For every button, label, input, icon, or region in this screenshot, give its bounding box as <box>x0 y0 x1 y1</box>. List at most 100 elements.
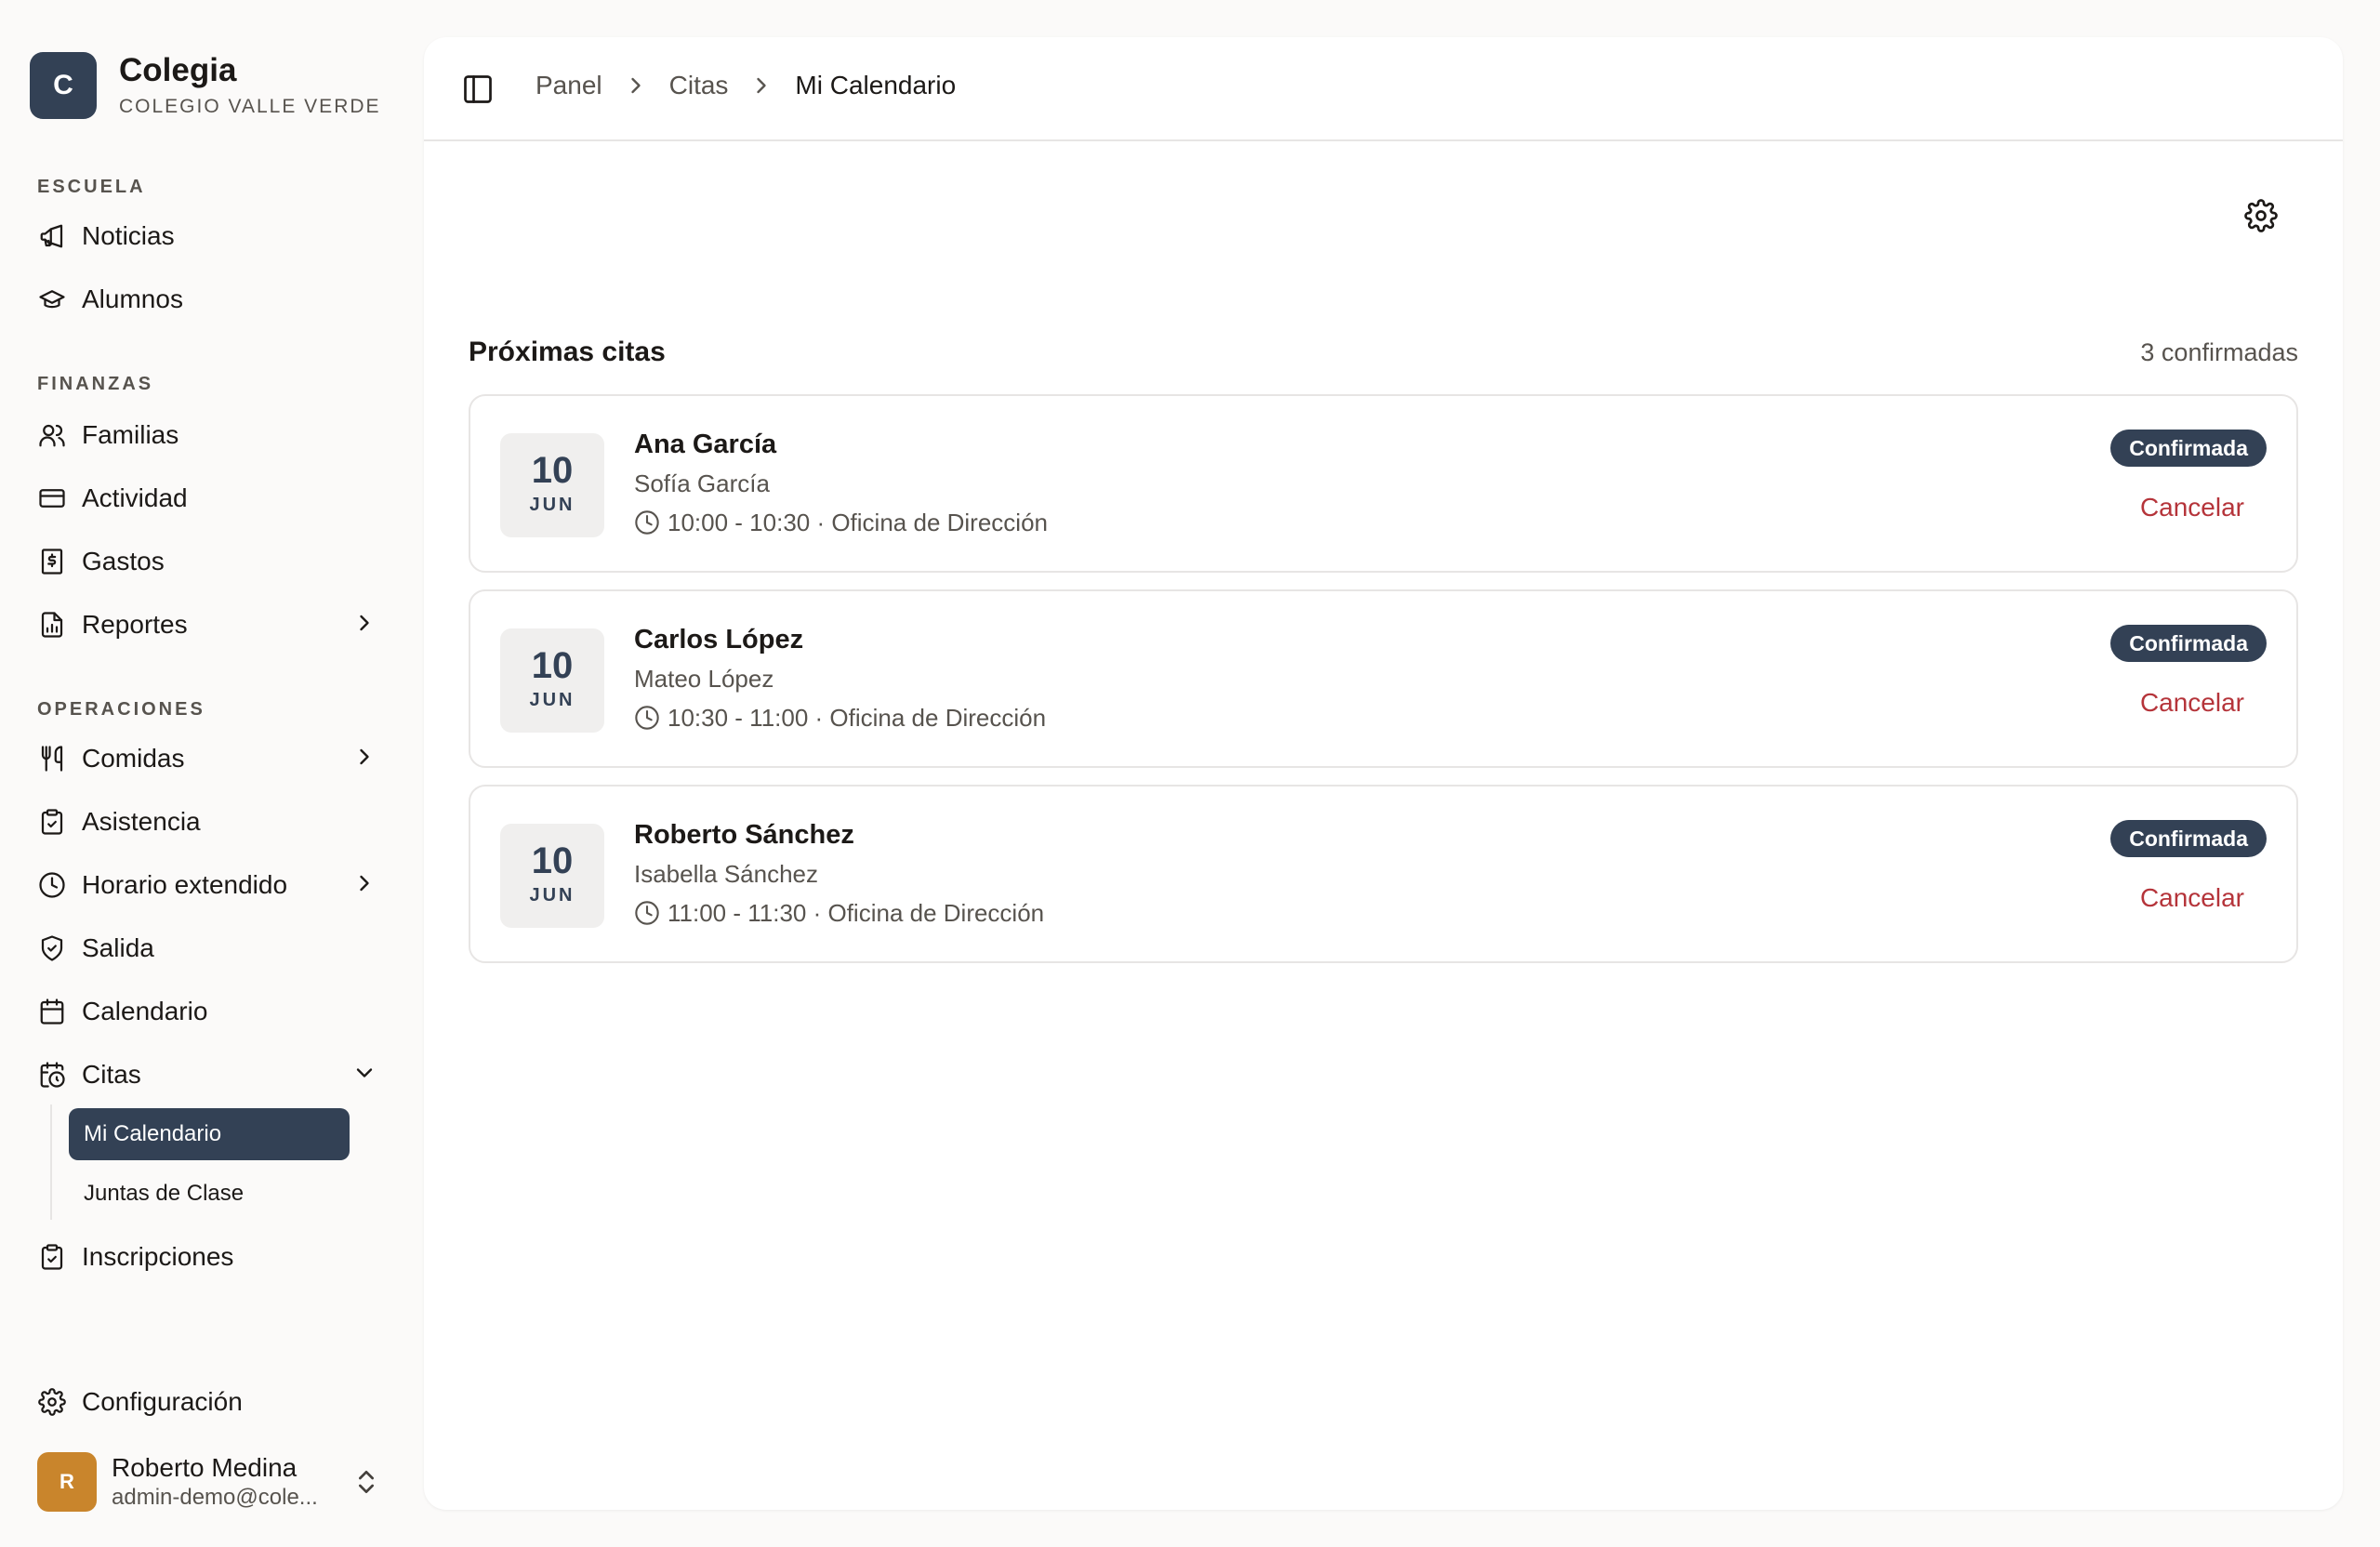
sidebar-item-horario-extendido[interactable]: Horario extendido <box>37 859 381 911</box>
date-month: JUN <box>529 885 575 906</box>
clock-icon <box>634 705 660 731</box>
date-box: 10 JUN <box>500 824 604 928</box>
appointment-card: 10 JUN Carlos López Mateo López 10:30 - … <box>469 589 2298 768</box>
breadcrumb: Panel Citas Mi Calendario <box>536 71 956 100</box>
clipboard-check-icon <box>37 807 67 837</box>
sidebar-item-inscripciones[interactable]: Inscripciones <box>37 1231 381 1283</box>
status-badge: Confirmada <box>2110 820 2267 857</box>
sidebar-item-label: Configuración <box>82 1387 243 1416</box>
breadcrumb-panel[interactable]: Panel <box>536 71 602 100</box>
chevron-right-icon <box>351 870 381 900</box>
sidebar-item-label: Calendario <box>82 997 208 1025</box>
brand-logo: C <box>30 52 97 119</box>
section-label-escuela: ESCUELA <box>37 177 146 197</box>
calendar-clock-icon <box>37 1060 67 1090</box>
header: Panel Citas Mi Calendario <box>424 37 2343 141</box>
date-day: 10 <box>531 645 574 686</box>
breadcrumb-current: Mi Calendario <box>795 71 957 99</box>
date-month: JUN <box>529 495 575 515</box>
sidebar-subitem-mi-calendario[interactable]: Mi Calendario <box>69 1108 350 1160</box>
sidebar-item-actividad[interactable]: Actividad <box>37 472 381 524</box>
cancel-button[interactable]: Cancelar <box>2140 688 2244 718</box>
sidebar-toggle-icon[interactable] <box>461 73 495 106</box>
sidebar-item-noticias[interactable]: Noticias <box>37 210 381 262</box>
megaphone-icon <box>37 221 67 251</box>
gear-icon <box>37 1387 67 1417</box>
sidebar-item-calendario[interactable]: Calendario <box>37 985 381 1038</box>
receipt-icon <box>37 547 67 576</box>
cancel-button[interactable]: Cancelar <box>2140 883 2244 913</box>
breadcrumb-citas[interactable]: Citas <box>669 71 729 100</box>
sidebar-item-asistencia[interactable]: Asistencia <box>37 796 381 848</box>
chevron-right-icon <box>351 744 381 774</box>
section-label-finanzas: FINANZAS <box>37 374 154 394</box>
appointment-details: 11:00 - 11:30 · Oficina de Dirección <box>668 899 1045 927</box>
date-day: 10 <box>531 450 574 491</box>
appointment-details: 10:30 - 11:00 · Oficina de Dirección <box>668 704 1047 732</box>
brand[interactable]: C Colegia COLEGIO VALLE VERDE <box>30 52 381 119</box>
sidebar-item-label: Gastos <box>82 547 165 575</box>
main-panel: Panel Citas Mi Calendario Próximas citas… <box>424 37 2343 1510</box>
user-email: admin-demo@cole... <box>112 1485 318 1510</box>
chevron-down-icon <box>351 1060 381 1090</box>
sidebar-item-salida[interactable]: Salida <box>37 922 381 974</box>
sidebar-item-familias[interactable]: Familias <box>37 409 381 461</box>
status-badge: Confirmada <box>2110 430 2267 467</box>
shield-check-icon <box>37 933 67 963</box>
sidebar-item-label: Alumnos <box>82 284 183 313</box>
sidebar-item-label: Familias <box>82 420 179 449</box>
student-name: Sofía García <box>634 469 770 497</box>
users-icon <box>37 420 67 450</box>
sidebar-item-reportes[interactable]: Reportes <box>37 599 381 651</box>
user-name: Roberto Medina <box>112 1453 298 1482</box>
chevron-right-icon <box>351 610 381 640</box>
clock-icon <box>634 509 660 536</box>
appointment-list: 10 JUN Ana García Sofía García 10:00 - 1… <box>469 394 2298 980</box>
calendar-icon <box>37 997 67 1026</box>
section-label-operaciones: OPERACIONES <box>37 699 205 720</box>
sidebar-item-label: Noticias <box>82 221 175 250</box>
sidebar-item-label: Inscripciones <box>82 1242 234 1271</box>
date-day: 10 <box>531 840 574 881</box>
report-icon <box>37 610 67 640</box>
sidebar-item-label: Asistencia <box>82 807 201 836</box>
appointment-details: 10:00 - 10:30 · Oficina de Dirección <box>668 509 1048 536</box>
user-menu[interactable]: R Roberto Medina admin-demo@cole... <box>37 1450 381 1514</box>
parent-name: Carlos López <box>634 625 804 654</box>
sidebar-item-alumnos[interactable]: Alumnos <box>37 273 381 325</box>
calendar-settings-gear-icon[interactable] <box>2244 199 2278 232</box>
sidebar-item-comidas[interactable]: Comidas <box>37 733 381 785</box>
sidebar-item-label: Salida <box>82 933 154 962</box>
cancel-button[interactable]: Cancelar <box>2140 493 2244 522</box>
appointment-card: 10 JUN Roberto Sánchez Isabella Sánchez … <box>469 785 2298 963</box>
sidebar-item-label: Comidas <box>82 744 185 773</box>
clipboard-check-icon <box>37 1242 67 1272</box>
date-month: JUN <box>529 690 575 710</box>
chevrons-up-down-icon <box>351 1467 381 1497</box>
sidebar-item-configuracion[interactable]: Configuración <box>37 1376 381 1428</box>
date-box: 10 JUN <box>500 628 604 733</box>
sidebar-subitem-juntas-de-clase[interactable]: Juntas de Clase <box>69 1168 350 1220</box>
avatar: R <box>37 1452 97 1512</box>
submenu-guide-line <box>50 1104 52 1220</box>
confirmed-count: 3 confirmadas <box>2140 338 2298 366</box>
utensils-icon <box>37 744 67 774</box>
brand-subtitle: COLEGIO VALLE VERDE <box>119 96 381 117</box>
brand-name: Colegia <box>119 52 237 88</box>
sidebar-item-citas[interactable]: Citas <box>37 1049 381 1101</box>
date-box: 10 JUN <box>500 433 604 537</box>
appointment-card: 10 JUN Ana García Sofía García 10:00 - 1… <box>469 394 2298 573</box>
parent-name: Roberto Sánchez <box>634 820 854 850</box>
clock-icon <box>634 900 660 926</box>
credit-card-icon <box>37 483 67 513</box>
status-badge: Confirmada <box>2110 625 2267 662</box>
sidebar-item-label: Citas <box>82 1060 141 1089</box>
graduation-cap-icon <box>37 284 67 314</box>
student-name: Mateo López <box>634 665 774 693</box>
sidebar-item-label: Reportes <box>82 610 188 639</box>
sidebar-item-gastos[interactable]: Gastos <box>37 536 381 588</box>
parent-name: Ana García <box>634 430 777 459</box>
sidebar-item-label: Horario extendido <box>82 870 288 899</box>
chevron-right-icon <box>748 73 774 99</box>
sidebar: C Colegia COLEGIO VALLE VERDE ESCUELA No… <box>0 0 409 1547</box>
